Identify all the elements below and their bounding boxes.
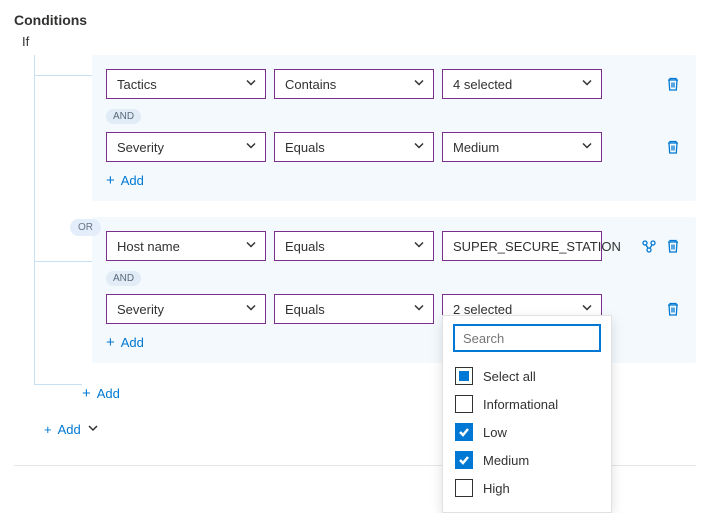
- or-badge: OR: [70, 219, 101, 236]
- chevron-down-icon: [413, 302, 425, 317]
- value-text: SUPER_SECURE_STATION: [453, 239, 621, 254]
- tree-connector: [34, 75, 92, 76]
- plus-icon: +: [44, 422, 52, 437]
- dropdown-search-input[interactable]: [453, 324, 601, 352]
- checkbox-unchecked-icon: [455, 395, 473, 413]
- multiselect-dropdown: Select all Informational Low Medium High: [442, 315, 612, 513]
- and-badge: AND: [106, 271, 141, 286]
- add-condition-button[interactable]: + Add: [106, 332, 144, 353]
- field-value: Severity: [117, 302, 164, 317]
- operator-select[interactable]: Contains: [274, 69, 434, 99]
- operator-value: Equals: [285, 140, 325, 155]
- chevron-down-icon: [413, 77, 425, 92]
- chevron-down-icon: [581, 140, 593, 155]
- chevron-down-icon: [413, 239, 425, 254]
- delete-button[interactable]: [664, 300, 682, 318]
- option-item[interactable]: High: [453, 474, 601, 502]
- field-select[interactable]: Severity: [106, 132, 266, 162]
- delete-button[interactable]: [664, 237, 682, 255]
- section-title: Conditions: [14, 12, 696, 28]
- chevron-down-icon: [245, 77, 257, 92]
- condition-row: Tactics Contains 4 selected: [106, 69, 682, 99]
- option-label: Select all: [483, 369, 536, 384]
- condition-group: Host name Equals SUPER_SECURE_STATION AN…: [92, 217, 696, 363]
- operator-select[interactable]: Equals: [274, 294, 434, 324]
- condition-group: Tactics Contains 4 selected AND Severity: [92, 55, 696, 201]
- add-label: Add: [121, 173, 144, 188]
- operator-select[interactable]: Equals: [274, 231, 434, 261]
- field-select[interactable]: Host name: [106, 231, 266, 261]
- add-condition-button[interactable]: + Add: [106, 170, 144, 191]
- value-select[interactable]: 4 selected: [442, 69, 602, 99]
- plus-icon: +: [106, 172, 115, 189]
- add-label: Add: [121, 335, 144, 350]
- option-label: Medium: [483, 453, 529, 468]
- value-select[interactable]: Medium: [442, 132, 602, 162]
- plus-icon: +: [106, 334, 115, 351]
- if-label: If: [22, 34, 696, 49]
- chevron-down-icon: [413, 140, 425, 155]
- delete-button[interactable]: [664, 75, 682, 93]
- field-select[interactable]: Tactics: [106, 69, 266, 99]
- checkbox-partial-icon: [455, 367, 473, 385]
- condition-row: Severity Equals Medium: [106, 132, 682, 162]
- operator-select[interactable]: Equals: [274, 132, 434, 162]
- chevron-down-icon: [245, 239, 257, 254]
- chevron-down-icon: [87, 422, 99, 437]
- and-badge: AND: [106, 109, 141, 124]
- chevron-down-icon: [245, 140, 257, 155]
- plus-icon: +: [82, 385, 91, 402]
- tree-connector: [34, 384, 82, 385]
- option-label: Low: [483, 425, 507, 440]
- group-icon[interactable]: [640, 237, 658, 255]
- add-label: Add: [58, 422, 81, 437]
- condition-tree: Tactics Contains 4 selected AND Severity: [34, 55, 696, 404]
- operator-value: Equals: [285, 239, 325, 254]
- option-item[interactable]: Low: [453, 418, 601, 446]
- value-select[interactable]: SUPER_SECURE_STATION: [442, 231, 602, 261]
- field-select[interactable]: Severity: [106, 294, 266, 324]
- field-value: Tactics: [117, 77, 157, 92]
- option-select-all[interactable]: Select all: [453, 362, 601, 390]
- checkbox-unchecked-icon: [455, 479, 473, 497]
- add-group-button[interactable]: + Add: [82, 383, 120, 404]
- option-label: Informational: [483, 397, 558, 412]
- add-root-button[interactable]: + Add: [44, 422, 99, 437]
- add-label: Add: [97, 386, 120, 401]
- tree-vline: [34, 55, 35, 385]
- condition-row: Host name Equals SUPER_SECURE_STATION: [106, 231, 682, 261]
- option-item[interactable]: Medium: [453, 446, 601, 474]
- operator-value: Contains: [285, 77, 336, 92]
- option-item[interactable]: Informational: [453, 390, 601, 418]
- field-value: Host name: [117, 239, 180, 254]
- value-text: 4 selected: [453, 77, 512, 92]
- checkbox-checked-icon: [455, 423, 473, 441]
- chevron-down-icon: [245, 302, 257, 317]
- operator-value: Equals: [285, 302, 325, 317]
- value-text: Medium: [453, 140, 499, 155]
- option-label: High: [483, 481, 510, 496]
- tree-connector: [34, 261, 92, 262]
- field-value: Severity: [117, 140, 164, 155]
- chevron-down-icon: [581, 77, 593, 92]
- checkbox-checked-icon: [455, 451, 473, 469]
- delete-button[interactable]: [664, 138, 682, 156]
